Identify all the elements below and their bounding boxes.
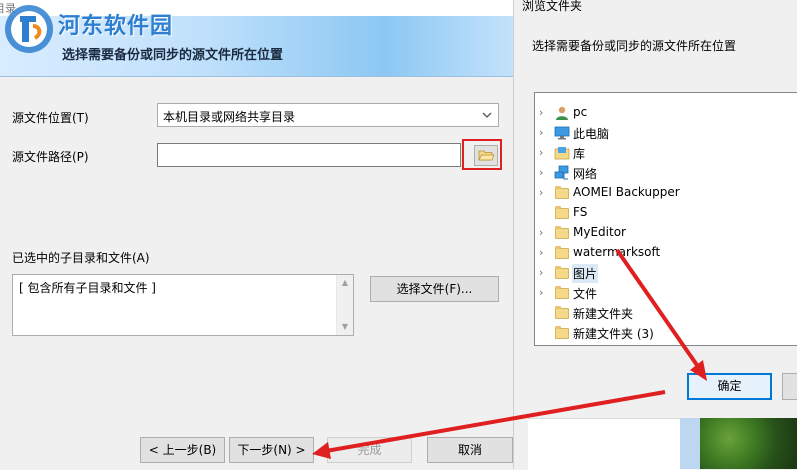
chevron-right-icon[interactable]: ›	[539, 227, 549, 239]
folder-icon	[554, 245, 570, 261]
folder-icon	[554, 325, 570, 341]
tree-item-label: watermarksoft	[573, 245, 661, 259]
dialog-title: 浏览文件夹	[522, 0, 583, 13]
ok-button[interactable]: 确定	[687, 373, 772, 400]
computer-icon	[554, 126, 570, 140]
tree-item-network[interactable]: › 网络	[535, 163, 797, 183]
tree-item-watermarksoft[interactable]: › watermarksoft	[535, 243, 797, 263]
tree-item-label: 新建文件夹	[573, 307, 634, 321]
background-strip	[680, 418, 700, 469]
list-scrollbar[interactable]: ▲ ▼	[336, 275, 353, 335]
tree-item-label: 此电脑	[573, 127, 610, 141]
selected-items-label: 已选中的子目录和文件(A)	[12, 251, 150, 265]
wizard-window: 目录 河东软件园 选择需要备份或同步的源文件所在位置 源文件位置(T) 本机目录…	[0, 0, 513, 469]
wizard-banner: 河东软件园 选择需要备份或同步的源文件所在位置	[0, 5, 513, 77]
folder-icon	[554, 305, 570, 321]
chevron-right-icon[interactable]: ›	[539, 187, 549, 199]
library-icon	[554, 147, 570, 160]
source-location-label: 源文件位置(T)	[12, 111, 89, 125]
dialog-description: 选择需要备份或同步的源文件所在位置	[532, 39, 737, 53]
browse-button-highlight	[462, 139, 502, 170]
folder-icon	[554, 265, 570, 281]
watermark-logo-icon	[5, 5, 53, 53]
tree-item-new-folder[interactable]: 新建文件夹	[535, 303, 797, 323]
tree-item-library[interactable]: › 库	[535, 143, 797, 163]
scroll-down-icon[interactable]: ▼	[340, 323, 350, 331]
folder-icon	[554, 205, 570, 221]
cancel-button[interactable]: 取消	[427, 437, 513, 463]
tree-item-label: pc	[573, 105, 588, 119]
list-item[interactable]: [ 包含所有子目录和文件 ]	[19, 279, 156, 296]
tree-item-label: 新建文件夹 (3)	[573, 327, 654, 341]
network-icon	[554, 165, 569, 180]
tree-item-label: AOMEI Backupper	[573, 185, 680, 199]
tree-item-fs[interactable]: FS	[535, 203, 797, 223]
chevron-right-icon[interactable]: ›	[539, 167, 549, 179]
source-path-input[interactable]	[157, 143, 461, 167]
folder-icon	[554, 225, 570, 241]
scroll-up-icon[interactable]: ▲	[340, 279, 350, 287]
tree-item-pc[interactable]: › pc	[535, 103, 797, 123]
source-location-select[interactable]: 本机目录或网络共享目录	[157, 103, 499, 127]
chevron-right-icon[interactable]: ›	[539, 107, 549, 119]
chevron-down-icon	[482, 112, 492, 118]
tree-item-label: FS	[573, 205, 588, 219]
background-window	[528, 418, 698, 470]
folder-tree[interactable]: › pc › 此电脑 › 库 › 网络 › AOMEI Backupper FS…	[534, 92, 797, 346]
tree-item-label: 网络	[573, 167, 598, 181]
tree-item-files[interactable]: › 文件	[535, 283, 797, 303]
chevron-right-icon[interactable]: ›	[539, 147, 549, 159]
tree-item-myeditor[interactable]: › MyEditor	[535, 223, 797, 243]
source-location-value: 本机目录或网络共享目录	[163, 110, 296, 124]
dialog-cancel-button-partial[interactable]	[782, 373, 797, 400]
background-photo	[700, 418, 797, 469]
next-button[interactable]: 下一步(N) >	[229, 437, 314, 463]
tree-item-pictures[interactable]: › 图片	[535, 263, 797, 283]
tree-item-new-folder-3[interactable]: 新建文件夹 (3)	[535, 323, 797, 343]
chevron-right-icon[interactable]: ›	[539, 127, 549, 139]
source-path-label: 源文件路径(P)	[12, 150, 89, 164]
choose-files-button[interactable]: 选择文件(F)...	[370, 276, 499, 302]
tree-item-label: MyEditor	[573, 225, 626, 239]
folder-icon	[554, 185, 570, 201]
tree-item-this-pc[interactable]: › 此电脑	[535, 123, 797, 143]
tree-item-label: 库	[573, 147, 586, 161]
chevron-right-icon[interactable]: ›	[539, 287, 549, 299]
watermark-text: 河东软件园	[58, 14, 174, 39]
chevron-right-icon[interactable]: ›	[539, 247, 549, 259]
finish-button: 完成	[327, 437, 412, 463]
back-button[interactable]: < 上一步(B)	[140, 437, 225, 463]
tree-item-label: 文件	[573, 287, 598, 301]
selected-items-list[interactable]: [ 包含所有子目录和文件 ] ▲ ▼	[12, 274, 354, 336]
chevron-right-icon[interactable]: ›	[539, 267, 549, 279]
user-icon	[556, 106, 568, 120]
tree-item-aomei-backupper[interactable]: › AOMEI Backupper	[535, 183, 797, 203]
folder-icon	[554, 285, 570, 301]
wizard-heading: 选择需要备份或同步的源文件所在位置	[62, 48, 284, 63]
tree-item-label: 图片	[571, 264, 599, 283]
